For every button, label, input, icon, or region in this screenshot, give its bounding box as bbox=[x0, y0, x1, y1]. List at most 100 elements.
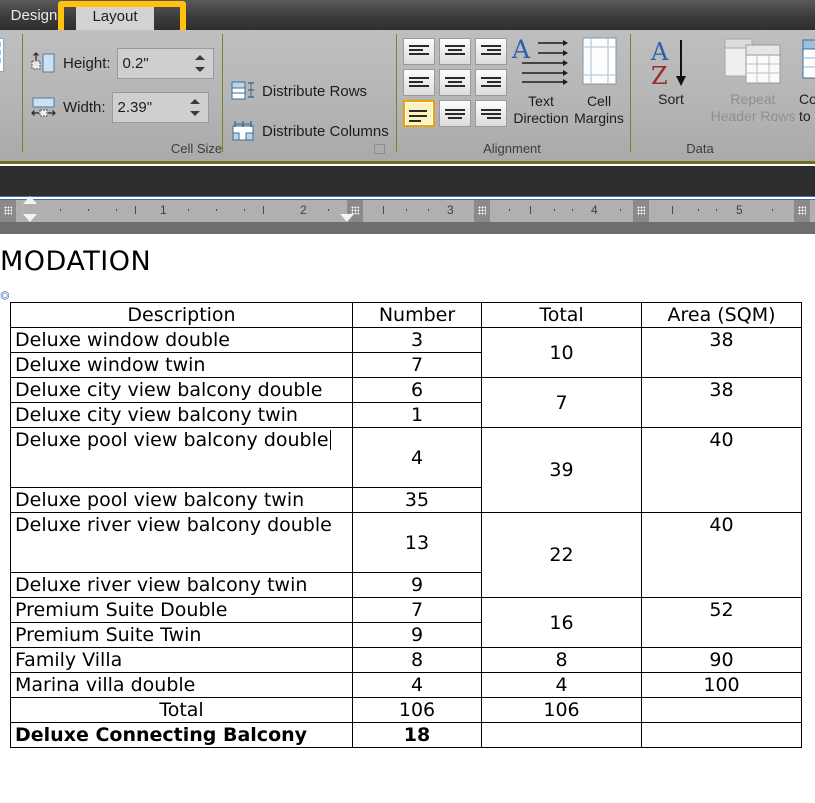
row-total[interactable]: 10 bbox=[482, 328, 642, 378]
row-description[interactable]: Deluxe river view balcony twin bbox=[11, 573, 353, 598]
row-description[interactable]: Deluxe river view balcony double bbox=[11, 513, 353, 573]
total-row-label[interactable]: Total bbox=[11, 698, 353, 723]
row-area[interactable]: 90 bbox=[642, 648, 802, 673]
footer-row-area[interactable] bbox=[642, 723, 802, 748]
row-number[interactable]: 9 bbox=[353, 573, 482, 598]
cell-margins-label-line1: Cell bbox=[570, 93, 628, 110]
row-description[interactable]: Deluxe pool view balcony double bbox=[11, 428, 353, 488]
row-area[interactable]: 38 bbox=[642, 378, 802, 428]
distribute-rows-button[interactable]: Distribute Rows bbox=[231, 76, 367, 106]
align-bottom-right-button[interactable] bbox=[475, 100, 507, 127]
group-cell-size-label: Cell Size bbox=[0, 141, 393, 156]
row-area[interactable]: 40 bbox=[642, 513, 802, 598]
ruler-column-marker[interactable] bbox=[794, 200, 810, 222]
footer-row-total[interactable] bbox=[482, 723, 642, 748]
repeat-header-rows-button[interactable]: Repeat Header Rows bbox=[701, 36, 805, 125]
width-input[interactable]: 2.39" bbox=[112, 92, 209, 123]
cell-margins-button[interactable]: Cell Margins bbox=[570, 36, 628, 127]
total-row-area[interactable] bbox=[642, 698, 802, 723]
table-header-number: Number bbox=[353, 303, 482, 328]
height-stepper[interactable] bbox=[195, 49, 209, 78]
ruler-number: 3 bbox=[447, 203, 454, 217]
row-area[interactable]: 38 bbox=[642, 328, 802, 378]
row-total[interactable]: 39 bbox=[482, 428, 642, 513]
row-number[interactable]: 7 bbox=[353, 598, 482, 623]
row-total[interactable]: 8 bbox=[482, 648, 642, 673]
convert-to-text-button[interactable]: Con to T bbox=[799, 36, 815, 125]
row-description[interactable]: Premium Suite Twin bbox=[11, 623, 353, 648]
footer-row-number[interactable]: 18 bbox=[353, 723, 482, 748]
width-up-arrow-icon[interactable] bbox=[190, 99, 200, 104]
align-bottom-left-button[interactable] bbox=[403, 100, 435, 127]
divider bbox=[222, 34, 223, 152]
document-heading: MODATION bbox=[0, 246, 151, 277]
row-number[interactable]: 6 bbox=[353, 378, 482, 403]
row-number[interactable]: 13 bbox=[353, 513, 482, 573]
row-total[interactable]: 4 bbox=[482, 673, 642, 698]
total-row-total[interactable]: 106 bbox=[482, 698, 642, 723]
align-bottom-center-button[interactable] bbox=[439, 100, 471, 127]
height-down-arrow-icon[interactable] bbox=[195, 67, 205, 72]
ribbon-body: Fit Height: 0.2" bbox=[0, 30, 815, 164]
align-middle-right-button[interactable] bbox=[475, 69, 507, 96]
table-move-handle-icon[interactable]: ⏣ bbox=[0, 291, 11, 302]
text-direction-button[interactable]: A Text Direction bbox=[507, 36, 575, 127]
autofit-button[interactable]: Fit bbox=[0, 38, 22, 109]
align-top-center-button[interactable] bbox=[439, 38, 471, 65]
row-number[interactable]: 1 bbox=[353, 403, 482, 428]
total-row-number[interactable]: 106 bbox=[353, 698, 482, 723]
row-description[interactable]: Deluxe window twin bbox=[11, 353, 353, 378]
row-description[interactable]: Deluxe city view balcony double bbox=[11, 378, 353, 403]
row-number[interactable]: 35 bbox=[353, 488, 482, 513]
row-description[interactable]: Deluxe window double bbox=[11, 328, 353, 353]
cell-margins-icon bbox=[570, 36, 628, 93]
horizontal-ruler[interactable]: 1 2 3 4 5 bbox=[0, 200, 815, 222]
row-total[interactable]: 22 bbox=[482, 513, 642, 598]
table-header-area: Area (SQM) bbox=[642, 303, 802, 328]
row-number[interactable]: 4 bbox=[353, 673, 482, 698]
row-total[interactable]: 7 bbox=[482, 378, 642, 428]
width-down-arrow-icon[interactable] bbox=[190, 111, 200, 116]
row-number[interactable]: 7 bbox=[353, 353, 482, 378]
row-number[interactable]: 8 bbox=[353, 648, 482, 673]
text-direction-icon: A bbox=[507, 36, 575, 93]
height-up-arrow-icon[interactable] bbox=[195, 55, 205, 60]
row-number[interactable]: 3 bbox=[353, 328, 482, 353]
tab-layout-label: Layout bbox=[92, 8, 137, 25]
ruler-handle-left[interactable] bbox=[0, 200, 16, 222]
hanging-indent-marker[interactable] bbox=[23, 214, 37, 222]
row-description[interactable]: Premium Suite Double bbox=[11, 598, 353, 623]
ruler-column-marker[interactable] bbox=[633, 200, 649, 222]
ruler-number: 5 bbox=[736, 203, 743, 217]
tab-design-label: Design bbox=[11, 7, 58, 24]
row-number[interactable]: 9 bbox=[353, 623, 482, 648]
row-area[interactable]: 100 bbox=[642, 673, 802, 698]
row-description[interactable]: Deluxe pool view balcony twin bbox=[11, 488, 353, 513]
tab-layout[interactable]: Layout bbox=[76, 2, 154, 30]
row-area[interactable]: 40 bbox=[642, 428, 802, 513]
height-input[interactable]: 0.2" bbox=[117, 48, 214, 79]
document-canvas[interactable]: MODATION ⏣ Description Number Total Area… bbox=[0, 234, 815, 803]
right-indent-marker[interactable] bbox=[340, 214, 354, 222]
row-description[interactable]: Family Villa bbox=[11, 648, 353, 673]
align-middle-left-button[interactable] bbox=[403, 69, 435, 96]
row-description[interactable]: Marina villa double bbox=[11, 673, 353, 698]
cell-size-dialog-launcher-icon[interactable] bbox=[374, 143, 385, 154]
repeat-header-rows-label-line2: Header Rows bbox=[701, 108, 805, 125]
row-total[interactable]: 16 bbox=[482, 598, 642, 648]
tab-design[interactable]: Design bbox=[2, 0, 66, 30]
group-alignment-label: Alignment bbox=[397, 141, 627, 156]
align-top-left-button[interactable] bbox=[403, 38, 435, 65]
row-description[interactable]: Deluxe city view balcony twin bbox=[11, 403, 353, 428]
row-number[interactable]: 4 bbox=[353, 428, 482, 488]
group-data: A Z Sort bbox=[631, 30, 815, 161]
first-line-indent-marker[interactable] bbox=[23, 196, 37, 204]
ruler-underline bbox=[0, 222, 815, 234]
sort-button[interactable]: A Z Sort bbox=[639, 36, 703, 108]
ruler-column-marker[interactable] bbox=[474, 200, 490, 222]
width-stepper[interactable] bbox=[190, 93, 204, 122]
footer-row-label[interactable]: Deluxe Connecting Balcony bbox=[11, 723, 353, 748]
align-middle-center-button[interactable] bbox=[439, 69, 471, 96]
align-top-right-button[interactable] bbox=[475, 38, 507, 65]
row-area[interactable]: 52 bbox=[642, 598, 802, 648]
